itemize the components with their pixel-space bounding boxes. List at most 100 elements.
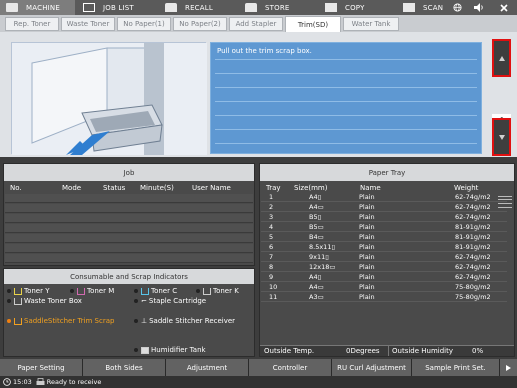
controller-button[interactable]: Controller [249, 359, 332, 376]
receiver-icon: ⊥ [141, 317, 148, 325]
tab-trim-sd[interactable]: Trim(SD) [285, 16, 341, 32]
job-row[interactable] [5, 194, 253, 203]
tray-size: 12x18▭ [309, 263, 336, 271]
volume-button[interactable] [470, 0, 488, 15]
trim-scrap-icon [14, 317, 22, 325]
toner-k-icon [203, 287, 211, 295]
toner-y-label: Toner Y [24, 287, 50, 295]
tray-col-tray: Tray [266, 184, 281, 192]
saddle-receiver-label: Saddle Stitcher Receiver [149, 317, 236, 325]
top-bar: MACHINE JOB LIST RECALL STORE COPY SCAN [0, 0, 517, 15]
tab-no-paper-2[interactable]: No Paper(2) [173, 17, 227, 31]
job-row[interactable] [5, 254, 253, 263]
tab-no-paper-1[interactable]: No Paper(1) [117, 17, 171, 31]
scroll-up-button[interactable] [492, 39, 511, 77]
tab-rep-toner[interactable]: Rep. Toner [5, 17, 59, 31]
tray-row[interactable]: 9 A4▯ Plain 62-74g/m2 [261, 273, 507, 282]
tray-number: 1 [269, 193, 274, 201]
tray-row[interactable]: 3 B5▯ Plain 62-74g/m2 [261, 213, 507, 222]
tray-row[interactable]: 11 A3▭ Plain 75-80g/m2 [261, 293, 507, 302]
toner-y-indicator: Toner Y [7, 287, 50, 295]
job-row[interactable] [5, 214, 253, 223]
toner-k-indicator: Toner K [196, 287, 239, 295]
globe-button[interactable] [448, 0, 466, 15]
machine-tab[interactable]: MACHINE [0, 0, 75, 15]
recall-icon [165, 3, 177, 12]
tray-size: A4▯ [309, 273, 322, 281]
machine-label: MACHINE [26, 3, 60, 12]
paper-tray-section: Paper Tray Tray Size(mm) Name Weight 1 A4… [259, 163, 515, 357]
tray-size: B5▯ [309, 213, 322, 221]
footer-bar: Paper Setting Both Sides Adjustment Cont… [0, 359, 517, 376]
tray-weight: 62-74g/m2 [455, 203, 491, 211]
tray-weight: 81-91g/m2 [455, 233, 491, 241]
humidifier-indicator: Humidifier Tank [134, 346, 206, 354]
scan-icon [403, 3, 415, 12]
sample-print-set-button[interactable]: Sample Print Set. [412, 359, 500, 376]
trim-scrap-box-image [12, 43, 207, 155]
waste-toner-indicator: Waste Toner Box [7, 297, 82, 305]
toner-k-label: Toner K [213, 287, 239, 295]
scan-label: SCAN [423, 3, 444, 12]
ru-curl-adjustment-button[interactable]: RU Curl Adjustment [332, 359, 412, 376]
tray-row[interactable]: 4 B5▭ Plain 81-91g/m2 [261, 223, 507, 232]
job-row[interactable] [5, 234, 253, 243]
tray-weight: 62-74g/m2 [455, 273, 491, 281]
tray-paper-name: Plain [359, 253, 375, 261]
tray-scrollbar[interactable] [498, 194, 512, 304]
tray-number: 10 [269, 283, 278, 291]
tray-paper-name: Plain [359, 203, 375, 211]
copy-tab[interactable]: COPY [320, 0, 396, 15]
tray-weight: 81-91g/m2 [455, 243, 491, 251]
close-button[interactable] [494, 0, 514, 15]
job-list-tab[interactable]: JOB LIST [78, 0, 154, 15]
tray-row[interactable]: 10 A4▭ Plain 75-80g/m2 [261, 283, 507, 292]
tray-number: 9 [269, 273, 274, 281]
tray-weight: 75-80g/m2 [455, 293, 491, 301]
job-list-label: JOB LIST [103, 3, 134, 12]
store-icon [245, 3, 257, 12]
tab-waste-toner[interactable]: Waste Toner [61, 17, 115, 31]
tray-paper-name: Plain [359, 243, 375, 251]
staple-icon: ⌐ [141, 297, 147, 305]
recall-tab[interactable]: RECALL [160, 0, 236, 15]
toner-y-icon [14, 287, 22, 295]
humidifier-icon [141, 346, 149, 354]
toner-c-indicator: Toner C [134, 287, 177, 295]
tray-size: A4▯ [309, 193, 322, 201]
tab-water-tank[interactable]: Water Tank [343, 17, 399, 31]
triangle-right-icon [506, 364, 511, 371]
paper-setting-button[interactable]: Paper Setting [0, 359, 83, 376]
tray-number: 4 [269, 223, 274, 231]
toner-c-icon [141, 287, 149, 295]
job-row[interactable] [5, 224, 253, 233]
scroll-down-button[interactable] [492, 118, 511, 156]
tab-add-stapler[interactable]: Add Stapler [229, 17, 283, 31]
tray-number: 5 [269, 233, 274, 241]
adjustment-button[interactable]: Adjustment [166, 359, 249, 376]
triangle-down-icon [498, 134, 505, 140]
tray-row[interactable]: 5 B4▭ Plain 81-91g/m2 [261, 233, 507, 242]
outside-humidity-label: Outside Humidity [392, 347, 453, 355]
job-row[interactable] [5, 204, 253, 213]
job-col-status: Status [103, 184, 126, 192]
job-title: Job [4, 164, 254, 181]
footer-next-button[interactable] [500, 359, 517, 376]
tray-weight: 81-91g/m2 [455, 223, 491, 231]
tray-row[interactable]: 8 12x18▭ Plain 62-74g/m2 [261, 263, 507, 272]
tray-weight: 75-80g/m2 [455, 283, 491, 291]
both-sides-button[interactable]: Both Sides [83, 359, 166, 376]
tray-size: B5▭ [309, 223, 324, 231]
tray-row[interactable]: 7 9x11▯ Plain 62-74g/m2 [261, 253, 507, 262]
tray-row[interactable]: 1 A4▯ Plain 62-74g/m2 [261, 193, 507, 202]
tray-row[interactable]: 6 8.5x11▯ Plain 81-91g/m2 [261, 243, 507, 252]
saddle-receiver-indicator: ⊥ Saddle Stitcher Receiver [134, 317, 235, 325]
tray-row[interactable]: 2 A4▭ Plain 62-74g/m2 [261, 203, 507, 212]
tray-paper-name: Plain [359, 273, 375, 281]
job-col-mode: Mode [62, 184, 82, 192]
job-row[interactable] [5, 244, 253, 253]
trim-scrap-label: SaddleStitcher Trim Scrap [24, 317, 115, 325]
store-tab[interactable]: STORE [240, 0, 316, 15]
consumables-title: Consumable and Scrap Indicators [4, 269, 254, 284]
scan-tab[interactable]: SCAN [398, 0, 444, 15]
